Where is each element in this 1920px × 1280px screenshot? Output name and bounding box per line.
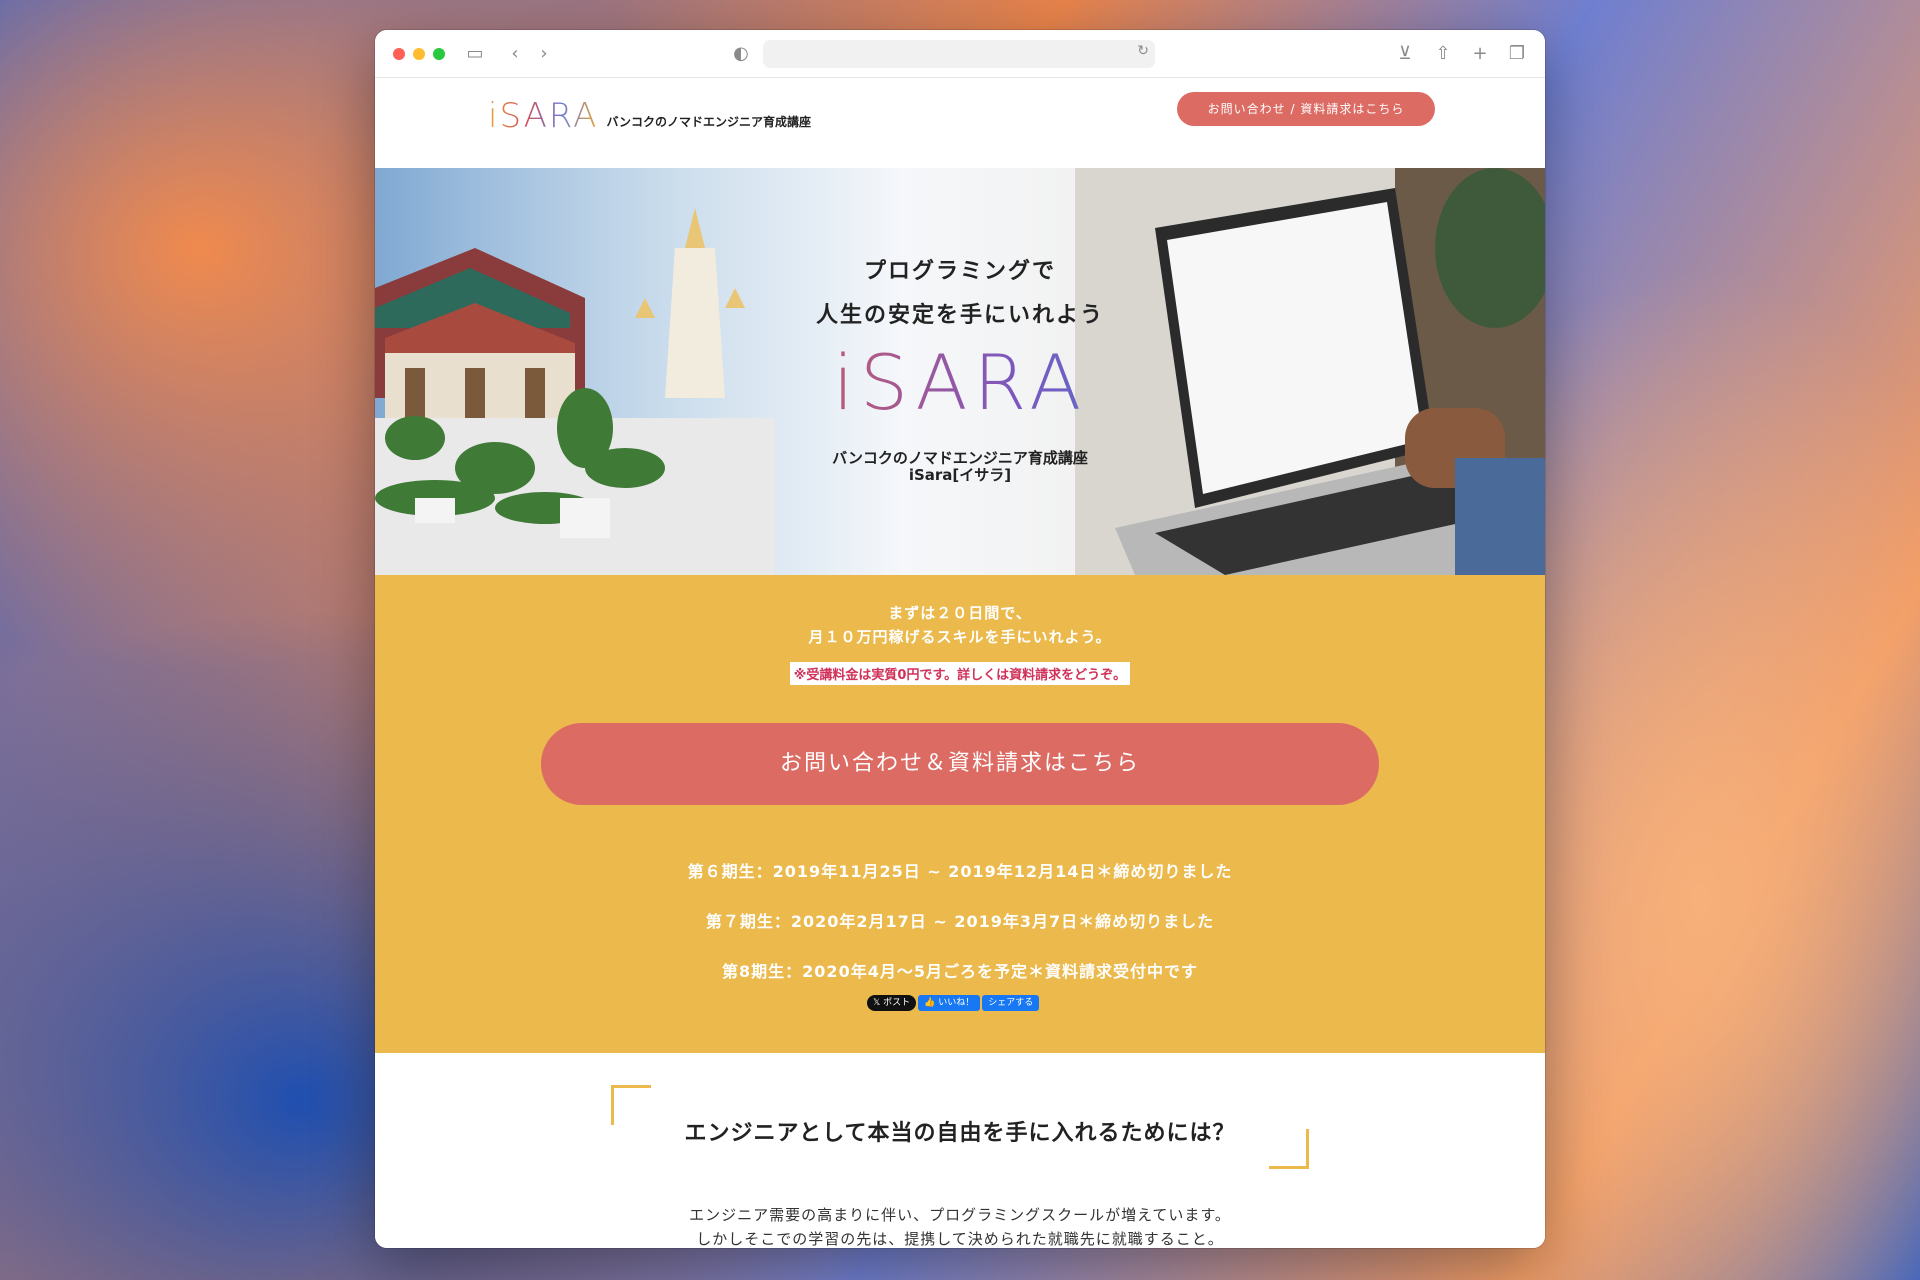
web-page: iSARA バンコクのノマドエンジニア育成講座 お問い合わせ / 資料請求はこち… [375, 78, 1545, 1248]
offer-lead: まずは２０日間で、 月１０万円稼げるスキルを手にいれよう。 [375, 601, 1545, 649]
sidebar-icon[interactable]: ▭ [463, 42, 487, 66]
section-title: エンジニアとして本当の自由を手に入れるためには？ [684, 1121, 1236, 1146]
zoom-window-button[interactable] [433, 48, 445, 60]
offer-lead-line1: まずは２０日間で、 [888, 604, 1032, 622]
download-icon[interactable]: ⊻ [1393, 42, 1417, 66]
offer-note-wrap: ※受講料金は実質0円です。詳しくは資料請求をどうぞ。 [375, 662, 1545, 685]
tab-overview-icon[interactable]: ❐ [1505, 42, 1529, 66]
contact-request-button[interactable]: お問い合わせ＆資料請求はこちら [541, 723, 1379, 805]
term-8: 第8期生：2020年4月〜5月ごろを予定＊資料請求受付中です [722, 962, 1198, 981]
logo-tagline: バンコクのノマドエンジニア育成講座 [606, 115, 812, 129]
back-icon[interactable]: ‹ [503, 42, 527, 66]
header-contact-button[interactable]: お問い合わせ / 資料請求はこちら [1177, 92, 1435, 126]
offer-note: ※受講料金は実質0円です。詳しくは資料請求をどうぞ。 [789, 662, 1131, 685]
browser-window: ▭ ‹ › ◐ ↻ ⊻ ⇧ + ❐ iSARA バンコクのノマドエンジニア育成講… [375, 30, 1545, 1248]
term-7: 第７期生：2020年2月17日 ~ 2019年3月7日＊締め切りました [705, 912, 1215, 931]
privacy-shield-icon[interactable]: ◐ [729, 42, 753, 66]
facebook-share-button[interactable]: シェアする [982, 995, 1040, 1011]
x-post-button[interactable]: 𝕏 ポスト [867, 995, 917, 1011]
hero-subtitle-line1: バンコクのノマドエンジニア育成講座 [832, 449, 1088, 467]
site-header: iSARA バンコクのノマドエンジニア育成講座 お問い合わせ / 資料請求はこち… [375, 78, 1545, 168]
hero-headline-line1: プログラミングで [863, 259, 1056, 284]
minimize-window-button[interactable] [413, 48, 425, 60]
window-controls [393, 48, 445, 60]
logo-wordmark: iSARA [488, 96, 599, 136]
hero-headline: プログラミングで 人生の安定を手にいれよう [375, 250, 1545, 338]
new-tab-icon[interactable]: + [1468, 42, 1492, 66]
section-body-line1: エンジニア需要の高まりに伴い、プログラミングスクールが増えています。 [689, 1206, 1231, 1224]
address-bar[interactable]: ↻ [763, 40, 1155, 68]
offer-lead-line2: 月１０万円稼げるスキルを手にいれよう。 [808, 628, 1112, 646]
close-window-button[interactable] [393, 48, 405, 60]
forward-icon[interactable]: › [532, 42, 556, 66]
section-body: エンジニア需要の高まりに伴い、プログラミングスクールが増えています。 しかしそこ… [375, 1203, 1545, 1248]
offer-section: まずは２０日間で、 月１０万円稼げるスキルを手にいれよう。 ※受講料金は実質0円… [375, 575, 1545, 1053]
hero-logo: iSARA [375, 338, 1545, 428]
social-share-buttons: 𝕏 ポスト 👍 いいね！ シェアする [867, 995, 1040, 1011]
site-logo[interactable]: iSARA バンコクのノマドエンジニア育成講座 [488, 96, 811, 136]
section-body-line2: しかしそこでの学習の先は、提携して決められた就職先に就職すること。 [696, 1230, 1224, 1248]
share-icon[interactable]: ⇧ [1431, 42, 1455, 66]
hero-headline-line2: 人生の安定を手にいれよう [815, 303, 1104, 328]
hero-banner: プログラミングで 人生の安定を手にいれよう iSARA バンコクのノマドエンジニ… [375, 168, 1545, 575]
facebook-like-button[interactable]: 👍 いいね！ [918, 995, 981, 1011]
intro-section: エンジニアとして本当の自由を手に入れるためには？ エンジニア需要の高まりに伴い、… [375, 1053, 1545, 1248]
browser-toolbar: ▭ ‹ › ◐ ↻ ⊻ ⇧ + ❐ [375, 30, 1545, 78]
hero-subtitle: バンコクのノマドエンジニア育成講座 iSara[イサラ] [375, 450, 1545, 484]
hero-subtitle-line2: iSara[イサラ] [908, 466, 1012, 484]
term-6: 第６期生：2019年11月25日 ~ 2019年12月14日＊締め切りました [687, 862, 1233, 881]
reload-icon[interactable]: ↻ [1137, 43, 1149, 59]
